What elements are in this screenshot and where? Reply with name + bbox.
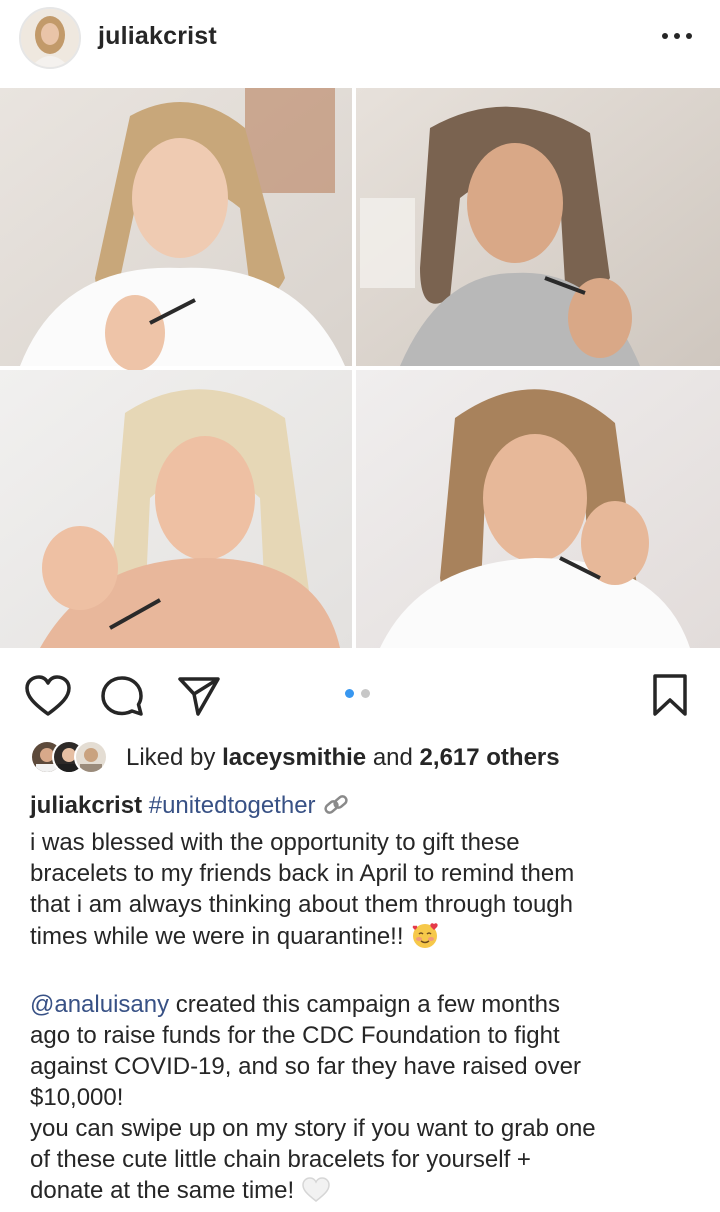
caption-line: ago to raise funds for the CDC Foundatio… [30,1022,560,1049]
caption-line: i was blessed with the opportunity to gi… [30,829,520,856]
avatar[interactable] [19,7,81,69]
carousel-dot-active [345,689,354,698]
hashtag-link[interactable]: #unitedtogether [149,792,316,819]
caption-text: donate at the same time! [30,1177,295,1204]
caption-line: of these cute little chain bracelets for… [30,1146,531,1173]
post-photo[interactable] [0,88,720,648]
link-emoji-icon [322,791,350,827]
likes-count[interactable]: 2,617 others [420,744,560,771]
caption-mention-line: @analuisany created this campaign a few … [30,989,700,1020]
carousel-indicator [345,687,379,699]
mention-link[interactable]: @analuisany [30,991,169,1018]
likes-summary[interactable]: Liked by laceysmithie and 2,617 others [126,744,560,772]
post-username[interactable]: juliakcrist [98,22,217,51]
bookmark-icon[interactable] [650,672,690,723]
collage-photo-3 [0,370,352,648]
likes-row: Liked by laceysmithie and 2,617 others [30,738,710,778]
caption-line: you can swipe up on my story if you want… [30,1115,596,1142]
caption-line: bracelets to my friends back in April to… [30,860,575,887]
caption-text: created this campaign a few months [169,991,560,1018]
collage-photo-4 [356,370,720,648]
likes-prefix: Liked by [126,744,223,771]
post-header: juliakcrist [0,0,720,78]
heart-icon[interactable] [24,674,72,723]
smiling-face-with-hearts-icon [410,920,440,958]
carousel-dot [361,689,370,698]
post-caption: juliakcrist #unitedtogether i was blesse… [30,790,700,1212]
caption-line: that i am always thinking about them thr… [30,891,573,918]
caption-line-with-emoji: donate at the same time! [30,1175,700,1212]
likes-middle: and [366,744,420,771]
avatar-image [21,9,79,67]
more-options-icon[interactable] [660,22,694,46]
caption-text: times while we were in quarantine!! [30,923,404,950]
caption-line: $10,000! [30,1084,124,1111]
collage-photo-2 [356,88,720,366]
avatar [74,740,108,774]
caption-line-with-emoji: times while we were in quarantine!! [30,920,700,958]
liker-username[interactable]: laceysmithie [222,744,366,771]
white-heart-icon [301,1176,331,1212]
send-icon[interactable] [176,674,222,723]
caption-line: against COVID-19, and so far they have r… [30,1053,581,1080]
liked-by-avatars[interactable] [30,740,120,776]
collage-photo-1 [0,88,352,371]
action-bar [0,660,720,724]
comment-icon[interactable] [100,674,146,723]
caption-username[interactable]: juliakcrist [30,792,142,819]
caption-header-line: juliakcrist #unitedtogether [30,790,700,827]
